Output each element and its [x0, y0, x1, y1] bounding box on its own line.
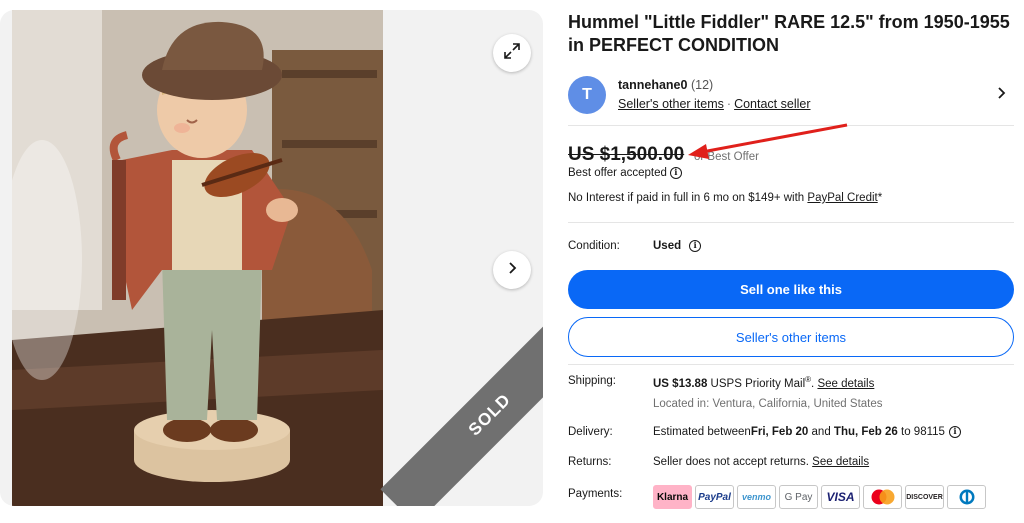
figurine-image	[12, 10, 383, 506]
seller-name-line: tannehane0 (12)	[618, 78, 713, 92]
seller-name[interactable]: tannehane0	[618, 78, 687, 92]
red-arrow-annotation	[688, 123, 848, 159]
next-image-button[interactable]	[493, 251, 531, 289]
diners-club-logo	[947, 485, 986, 509]
visa-logo: VISA	[821, 485, 860, 509]
listing-photo[interactable]	[12, 10, 383, 506]
returns-see-details-link[interactable]: See details	[812, 456, 869, 468]
expand-icon	[503, 42, 521, 65]
shipping-service: USPS Priority Mail	[707, 377, 806, 390]
delivery-start: Fri, Feb 20	[750, 426, 809, 438]
payment-methods: Klarna PayPal venmo G Pay VISA DISCOVER	[653, 485, 986, 509]
divider	[568, 222, 1014, 223]
shipping-cost: US $13.88	[653, 377, 708, 390]
expand-image-button[interactable]	[493, 34, 531, 72]
shipping-value: US $13.88 USPS Priority Mail®. See detai…	[653, 375, 874, 390]
klarna-logo: Klarna	[653, 485, 692, 509]
seller-avatar: T	[568, 76, 606, 114]
seller-feedback-count: (12)	[690, 78, 714, 92]
condition-value: Used	[653, 240, 682, 252]
paypal-credit-link[interactable]: PayPal Credit	[807, 192, 877, 204]
discover-logo: DISCOVER	[905, 485, 944, 509]
seller-links: Seller's other items · Contact seller	[618, 97, 811, 111]
delivery-and: and	[808, 426, 834, 438]
divider	[568, 364, 1014, 365]
delivery-suffix: to 98115	[897, 426, 945, 438]
best-offer-accepted-text: Best offer accepted	[568, 167, 667, 179]
mastercard-logo	[863, 485, 902, 509]
image-gallery: SOLD	[0, 10, 543, 506]
returns-value: Seller does not accept returns. See deta…	[653, 456, 869, 468]
contact-seller-link[interactable]: Contact seller	[734, 97, 810, 111]
delivery-end: Thu, Feb 26	[833, 426, 898, 438]
shipping-see-details-link[interactable]: See details	[817, 378, 874, 390]
info-icon[interactable]: i	[689, 240, 702, 252]
sold-ribbon: SOLD	[380, 305, 543, 506]
sell-one-like-this-button[interactable]: Sell one like this	[568, 270, 1014, 309]
delivery-value: Estimated between Fri, Feb 20 and Thu, F…	[653, 426, 961, 438]
shipping-label: Shipping:	[568, 375, 616, 387]
delivery-label: Delivery:	[568, 426, 613, 438]
sold-label: SOLD	[464, 389, 515, 440]
financing-asterisk: *	[877, 192, 883, 204]
chevron-right-icon	[505, 261, 519, 280]
listing-title: Hummel "Little Fiddler" RARE 12.5" from …	[568, 12, 1010, 55]
link-separator: ·	[726, 97, 732, 111]
condition-value-row: Used i	[653, 240, 702, 252]
returns-label: Returns:	[568, 456, 612, 468]
info-icon[interactable]: i	[948, 426, 961, 438]
info-icon[interactable]: i	[669, 167, 682, 179]
financing-note: No Interest if paid in full in 6 mo on $…	[568, 192, 882, 204]
item-price: US $1,500.00	[568, 144, 685, 165]
condition-label: Condition:	[568, 240, 620, 252]
sellers-other-items-button[interactable]: Seller's other items	[568, 317, 1014, 357]
best-offer-accepted: Best offer accepted i	[568, 167, 682, 179]
delivery-prefix: Estimated between	[653, 426, 751, 438]
payments-label: Payments:	[568, 488, 623, 500]
item-location: Located in: Ventura, California, United …	[653, 398, 883, 410]
financing-text: No Interest if paid in full in 6 mo on $…	[568, 192, 808, 204]
seller-card[interactable]: T tannehane0 (12) Seller's other items · C…	[568, 72, 1014, 122]
returns-text: Seller does not accept returns.	[653, 456, 813, 468]
paypal-logo: PayPal	[695, 485, 734, 509]
venmo-logo: venmo	[737, 485, 776, 509]
chevron-right-icon[interactable]	[996, 86, 1008, 105]
sellers-other-items-link[interactable]: Seller's other items	[618, 97, 724, 111]
google-pay-logo: G Pay	[779, 485, 818, 509]
